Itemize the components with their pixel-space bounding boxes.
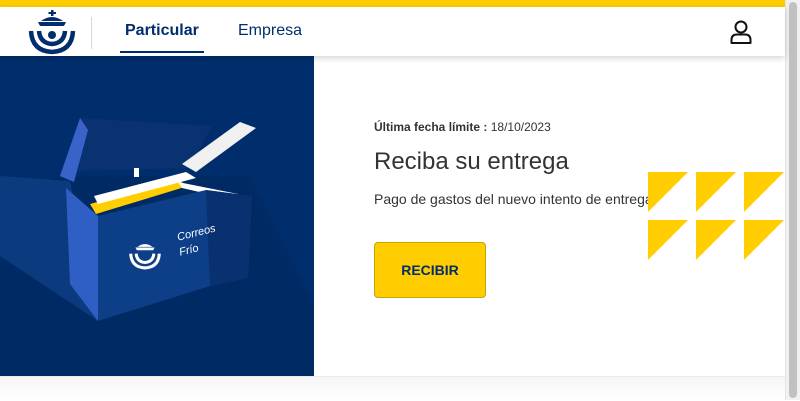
header-divider: [91, 17, 92, 49]
deadline-value: 18/10/2023: [490, 120, 551, 134]
page-title: Reciba su entrega: [374, 148, 569, 175]
site-header: Particular Empresa: [0, 7, 785, 56]
correos-frio-box-illustration: [0, 118, 314, 376]
correos-logo-icon[interactable]: [27, 10, 77, 56]
tab-particular[interactable]: Particular: [125, 22, 199, 40]
active-tab-indicator: [120, 51, 204, 53]
deadline-line: Última fecha límite : 18/10/2023: [374, 120, 551, 134]
tab-empresa[interactable]: Empresa: [238, 22, 302, 40]
brand-stripe: [0, 0, 785, 7]
decorative-triangles-icon: [648, 172, 784, 260]
scrollbar-thumb[interactable]: [789, 2, 797, 398]
correos-frio-logo-icon: [129, 244, 161, 270]
hero-image: Correos Frío: [0, 56, 314, 376]
lower-section: [0, 376, 785, 401]
page-subtitle: Pago de gastos del nuevo intento de entr…: [374, 191, 657, 207]
scrollbar[interactable]: [785, 0, 800, 400]
deadline-label: Última fecha límite :: [374, 120, 488, 134]
user-icon[interactable]: [728, 19, 754, 45]
recibir-button[interactable]: RECIBIR: [374, 242, 486, 298]
